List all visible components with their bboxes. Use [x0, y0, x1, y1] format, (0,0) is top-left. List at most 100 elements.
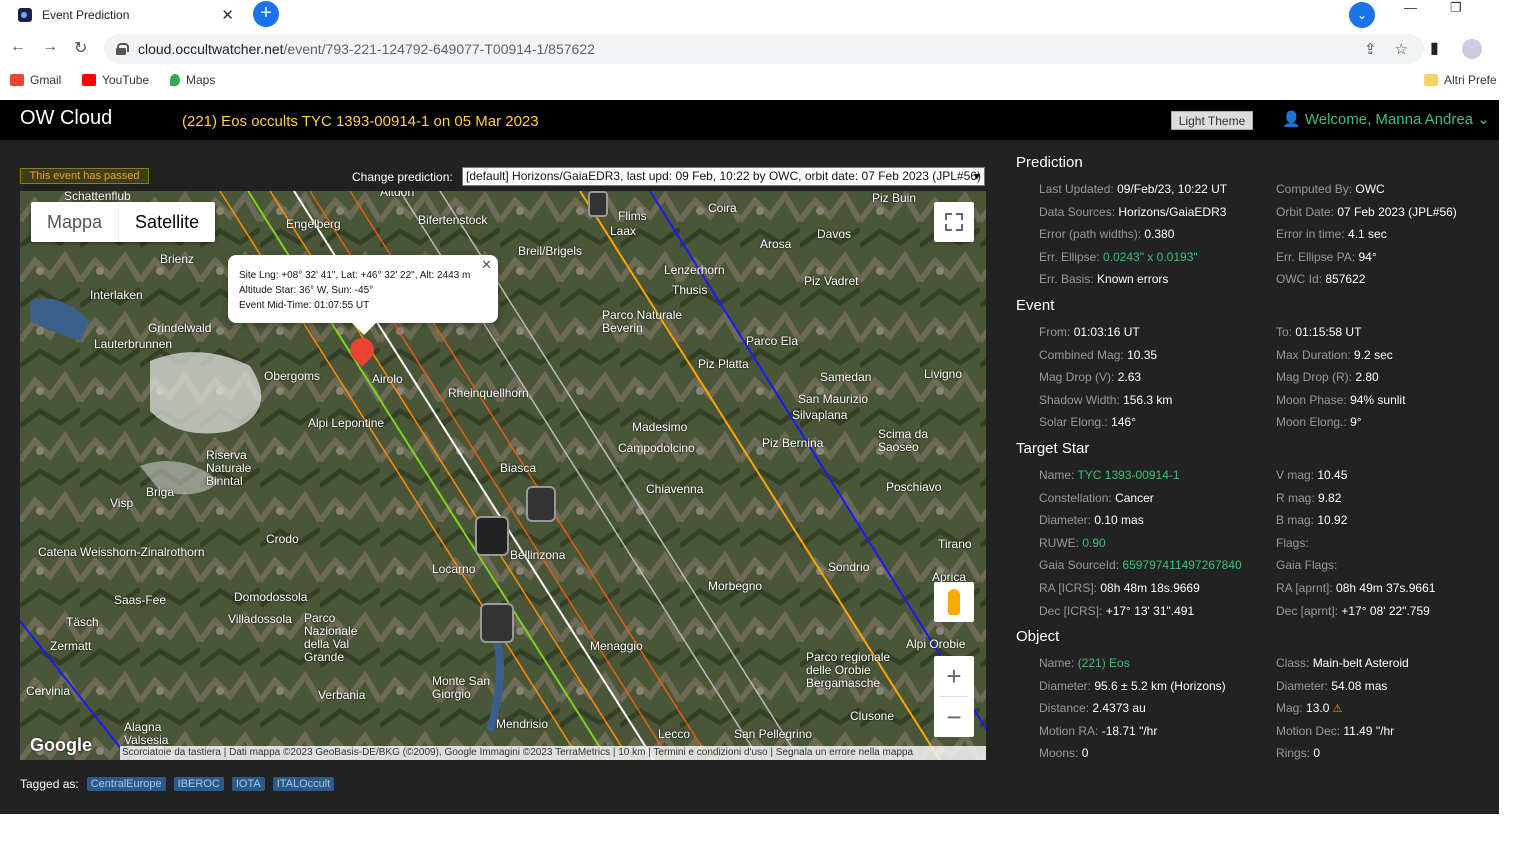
map-label: Domodossola: [234, 590, 308, 604]
map-label: Crodo: [266, 532, 299, 546]
field-label: Error (path widths):: [1039, 227, 1142, 242]
user-menu[interactable]: 👤 Welcome, Manna Andrea ⌄: [1282, 110, 1490, 128]
map-label: Monte San Giorgio: [432, 674, 491, 701]
field-label: Computed By:: [1276, 182, 1353, 196]
target-star-field: RUWE: 0.90: [1039, 532, 1276, 555]
field-value[interactable]: TYC 1393-00914-1: [1077, 468, 1179, 482]
browser-tab[interactable]: Event Prediction ✕: [8, 0, 244, 30]
field-label: Flags:: [1276, 535, 1309, 550]
section-title: Event: [1016, 296, 1055, 314]
field-label: RA [aprnt]:: [1276, 580, 1333, 595]
object-field: Motion Dec: 11.49 "/hr: [1276, 720, 1496, 743]
light-theme-button[interactable]: Light Theme: [1171, 111, 1253, 130]
map-label: Bellinzona: [510, 548, 566, 562]
field-label: Moon Elong.:: [1276, 415, 1347, 430]
map-label: Parco Nazionale della Val Grande: [304, 611, 358, 664]
field-label: Diameter:: [1039, 513, 1092, 528]
field-value: 94°: [1358, 249, 1377, 264]
field-label: Gaia Flags:: [1276, 558, 1338, 573]
field-label: Last Updated:: [1039, 182, 1114, 196]
url-path: /event/793-221-124792-649077-T00914-1/85…: [283, 41, 595, 57]
telescope-icon[interactable]: [588, 191, 608, 217]
telescope-icon[interactable]: [480, 603, 514, 643]
field-value: 11.49 "/hr: [1343, 723, 1395, 738]
close-icon[interactable]: ✕: [481, 257, 492, 272]
brand-logo[interactable]: OW Cloud: [20, 107, 112, 130]
occultation-map[interactable]: Schattenflub Altdorf Bifertenstock Flims…: [20, 191, 986, 760]
zoom-out-button[interactable]: −: [934, 697, 974, 737]
field-label: Name:: [1039, 467, 1075, 482]
reload-icon[interactable]: ↻: [74, 38, 87, 58]
field-label: V mag:: [1276, 467, 1315, 482]
bookmark-gmail[interactable]: Gmail: [10, 73, 61, 87]
tab-close-icon[interactable]: ✕: [221, 6, 234, 24]
page: OW Cloud (221) Eos occults TYC 1393-0091…: [0, 100, 1499, 814]
new-tab-button[interactable]: +: [253, 1, 279, 27]
map-type-mappa[interactable]: Mappa: [31, 202, 118, 242]
field-value: OWC: [1355, 182, 1385, 196]
field-label: Mag Drop (R):: [1276, 370, 1353, 385]
map-type-satellite[interactable]: Satellite: [118, 202, 215, 242]
map-label: Riserva Naturale Binntal: [206, 448, 252, 488]
site-favicon-icon: [18, 8, 32, 22]
map-label: Airolo: [372, 372, 403, 386]
field-value: 95.6 ± 5.2 km (Horizons): [1094, 678, 1226, 693]
tag-italoccult[interactable]: ITALOccult: [272, 777, 335, 791]
street-view-pegman[interactable]: [934, 582, 974, 622]
field-label: Max Duration:: [1276, 347, 1351, 362]
forward-icon[interactable]: →: [42, 38, 58, 56]
user-icon: 👤: [1282, 111, 1301, 128]
url-host: cloud.occultwatcher.net: [138, 41, 284, 57]
prediction-field: Err. Ellipse: 0.0243" x 0.0193": [1039, 246, 1276, 269]
tab-search-button[interactable]: ⌄: [1349, 2, 1375, 28]
maximize-icon[interactable]: ❐: [1450, 0, 1462, 16]
map-label: Altdorf: [380, 191, 415, 199]
field-label: Constellation:: [1039, 490, 1112, 505]
tag-iota[interactable]: IOTA: [231, 777, 265, 791]
field-value: 08h 48m 18s.9669: [1100, 580, 1200, 595]
map-label: Piz Buin: [872, 191, 917, 205]
field-value: Horizons/GaiaEDR3: [1118, 204, 1227, 219]
chevron-down-icon: ⌄: [1477, 111, 1490, 128]
tag-iberoc[interactable]: IBEROC: [173, 777, 224, 791]
change-prediction-label: Change prediction:: [352, 170, 453, 184]
object-section: Object Name: (221) Eos Class: Main-belt A…: [1016, 628, 1496, 765]
share-icon[interactable]: ⇪: [1364, 40, 1377, 58]
field-value: 0: [1081, 746, 1089, 761]
object-grid: Name: (221) Eos Class: Main-belt Asteroid…: [1016, 652, 1496, 765]
details-panel: Prediction Last Updated: 09/Feb/23, 10:2…: [1016, 154, 1496, 771]
minimize-icon[interactable]: —: [1404, 0, 1417, 15]
info-site-coords: Site Lng: +08° 32' 41", Lat: +46° 32' 22…: [239, 270, 471, 281]
field-value: 9°: [1350, 415, 1362, 430]
map-label: Obergoms: [264, 369, 321, 383]
back-icon[interactable]: ←: [10, 38, 26, 56]
map-label: Rheinquellhorn: [448, 386, 529, 400]
field-label: Shadow Width:: [1039, 392, 1120, 407]
event-field: Mag Drop (R): 2.80: [1276, 366, 1496, 389]
tag-centraleurope[interactable]: CentralEurope: [86, 777, 166, 791]
map-attribution[interactable]: Scorciatoie da tastiera | Dati mappa ©20…: [120, 746, 986, 760]
field-value[interactable]: 0.0243" x 0.0193": [1103, 250, 1198, 264]
telescope-icon[interactable]: [526, 486, 556, 522]
section-title: Prediction: [1016, 154, 1083, 171]
field-label: Diameter:: [1276, 678, 1329, 693]
address-bar[interactable]: cloud.occultwatcher.net /event/793-221-1…: [104, 34, 1424, 64]
map-label: Lauterbrunnen: [94, 337, 173, 351]
map-label: Parco Naturale Beverin: [602, 308, 683, 335]
profile-avatar[interactable]: [1462, 39, 1482, 59]
bookmark-star-icon[interactable]: ☆: [1395, 40, 1408, 58]
prediction-select[interactable]: [default] Horizons/GaiaEDR3, last upd: 0…: [462, 167, 985, 186]
sidepanel-icon[interactable]: ▮: [1430, 38, 1439, 58]
field-value[interactable]: (221) Eos: [1078, 656, 1130, 670]
google-logo: Google: [30, 735, 92, 755]
map-label: Scima da Saoseo: [878, 427, 929, 454]
zoom-in-button[interactable]: +: [934, 656, 974, 696]
telescope-icon[interactable]: [475, 516, 509, 556]
field-value[interactable]: 0.90: [1082, 536, 1105, 550]
field-label: Dec [ICRS]:: [1039, 603, 1103, 618]
field-value[interactable]: 659797411497267840: [1122, 558, 1241, 572]
other-bookmarks[interactable]: Altri Prefe: [1424, 73, 1497, 87]
bookmark-maps[interactable]: Maps: [170, 73, 215, 87]
bookmark-youtube[interactable]: YouTube: [82, 73, 149, 87]
fullscreen-button[interactable]: [934, 202, 974, 242]
